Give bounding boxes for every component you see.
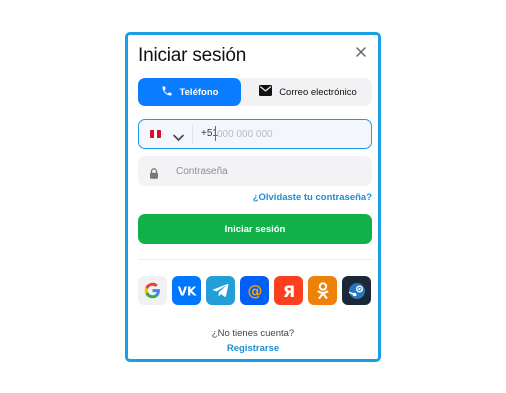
register-link[interactable]: Registrarse xyxy=(128,343,378,354)
telegram-icon[interactable] xyxy=(206,276,235,305)
tab-phone-label: Teléfono xyxy=(179,86,219,98)
password-field xyxy=(138,156,372,186)
mail-ru-icon[interactable]: @ xyxy=(240,276,269,305)
odnoklassniki-icon[interactable] xyxy=(308,276,337,305)
phone-input[interactable] xyxy=(217,126,357,142)
tab-email-label: Correo electrónico xyxy=(279,86,357,98)
envelope-icon xyxy=(259,85,273,99)
password-input[interactable] xyxy=(176,163,356,179)
vk-icon[interactable]: VK xyxy=(172,276,201,305)
phone-icon xyxy=(161,85,173,100)
login-button[interactable]: Iniciar sesión xyxy=(138,214,372,244)
svg-text:Я: Я xyxy=(282,282,294,300)
login-method-tabs: Teléfono Correo electrónico xyxy=(138,78,372,106)
svg-text:VK: VK xyxy=(177,284,196,298)
divider xyxy=(138,259,372,260)
google-icon[interactable] xyxy=(138,276,167,305)
yandex-icon[interactable]: Я xyxy=(274,276,303,305)
social-login-row: VK @ Я xyxy=(138,276,374,305)
chevron-down-icon[interactable] xyxy=(173,129,184,147)
close-icon[interactable] xyxy=(354,45,368,59)
login-modal: Iniciar sesión Teléfono Correo electróni… xyxy=(125,32,381,362)
phone-field: +51 xyxy=(138,119,372,149)
no-account-text: ¿No tienes cuenta? xyxy=(211,328,295,339)
svg-text:@: @ xyxy=(247,282,262,300)
peru-flag-icon[interactable] xyxy=(150,130,161,138)
text-caret xyxy=(215,126,216,141)
lock-icon xyxy=(149,166,159,184)
forgot-password-link[interactable]: ¿Olvidaste tu contraseña? xyxy=(253,192,372,203)
tab-email[interactable]: Correo electrónico xyxy=(244,78,372,106)
tab-phone[interactable]: Teléfono xyxy=(138,78,241,106)
modal-title: Iniciar sesión xyxy=(138,45,247,66)
steam-icon[interactable] xyxy=(342,276,371,305)
country-separator xyxy=(192,125,193,143)
